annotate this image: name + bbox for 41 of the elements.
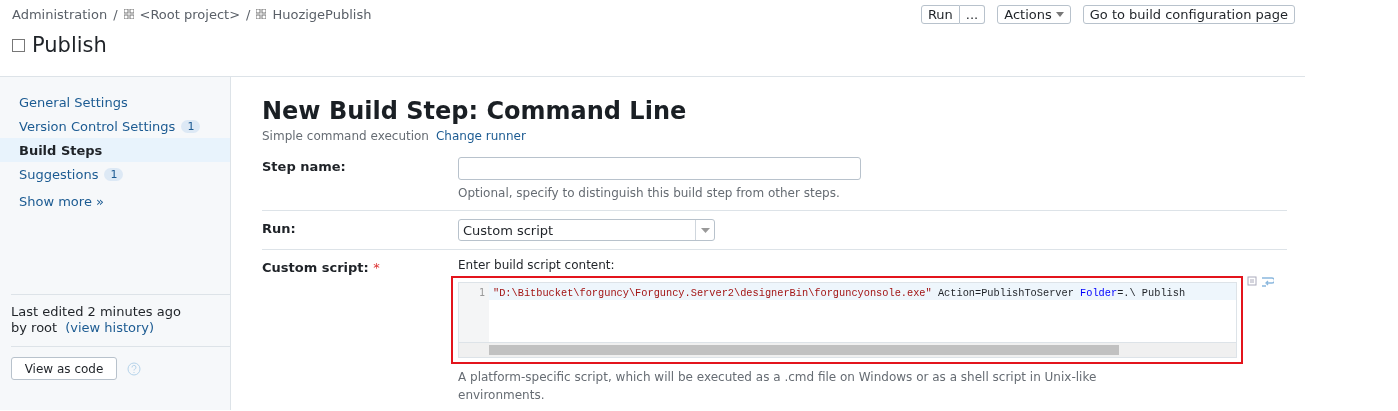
field-label: Step name:	[262, 158, 347, 176]
change-runner-link[interactable]: Change runner	[436, 129, 526, 143]
actions-button[interactable]: Actions	[997, 5, 1071, 24]
count-badge: 1	[181, 119, 201, 133]
breadcrumb-link[interactable]: <Root project>	[139, 6, 241, 22]
sidebar-item[interactable]: Build Steps	[0, 138, 230, 162]
checkbox-icon	[12, 38, 25, 52]
breadcrumb-link[interactable]: Administration	[12, 6, 108, 22]
more-button[interactable]: ...	[959, 5, 986, 24]
breadcrumb-separator: /	[246, 6, 251, 22]
code-editor[interactable]: 1 "D:\Bitbucket\forguncy\Forguncy.Server2\designerBin\forguncyonsole.exe" Action=PublishToServer Folder=.\ Publish	[451, 276, 1243, 364]
view-history-link[interactable]: (view history)	[65, 320, 155, 336]
run-select[interactable]: Custom script	[458, 219, 715, 241]
line-number: 1	[459, 283, 489, 342]
editor-prompt: Enter build script content:	[458, 258, 616, 272]
sidebar-item[interactable]: Suggestions 1	[0, 162, 230, 186]
help-icon	[127, 361, 141, 376]
sidebar-item[interactable]: General Settings	[0, 90, 230, 114]
step-heading: New Build Step: Command Line	[262, 97, 688, 125]
configuration-page-button[interactable]: Go to build configuration page	[1082, 5, 1295, 24]
caret-icon	[700, 227, 710, 233]
show-more-link[interactable]: Show more »	[19, 194, 211, 209]
caret-icon	[1055, 12, 1064, 17]
last-edited-text: Last edited 2 minutes ago	[11, 304, 182, 320]
sidebar-item[interactable]: Version Control Settings 1	[0, 114, 230, 138]
field-label: Run:	[262, 220, 297, 238]
author-text: by root	[11, 320, 58, 336]
script-hint: A platform-specific script, which will be executed as a .cmd file on Windows or as a shell script in Unix-like environments.	[458, 369, 1098, 404]
runner-description: Simple command execution	[262, 129, 429, 143]
wrap-icon[interactable]	[1261, 276, 1274, 288]
breadcrumb-link[interactable]: HuozigePublish	[272, 6, 372, 22]
field-hint: Optional, specify to distinguish this build step from other steps.	[458, 185, 841, 202]
document-icon[interactable]	[1247, 276, 1257, 286]
horizontal-scrollbar[interactable]	[458, 342, 1237, 358]
step-name-field[interactable]	[458, 157, 861, 180]
view-as-code-button[interactable]: View as code	[11, 357, 117, 380]
field-label: Custom script: *	[262, 259, 381, 277]
page-title: Publish	[32, 33, 107, 57]
count-badge: 1	[104, 167, 124, 181]
run-button[interactable]: Run	[920, 5, 960, 24]
breadcrumb-separator: /	[113, 6, 118, 22]
